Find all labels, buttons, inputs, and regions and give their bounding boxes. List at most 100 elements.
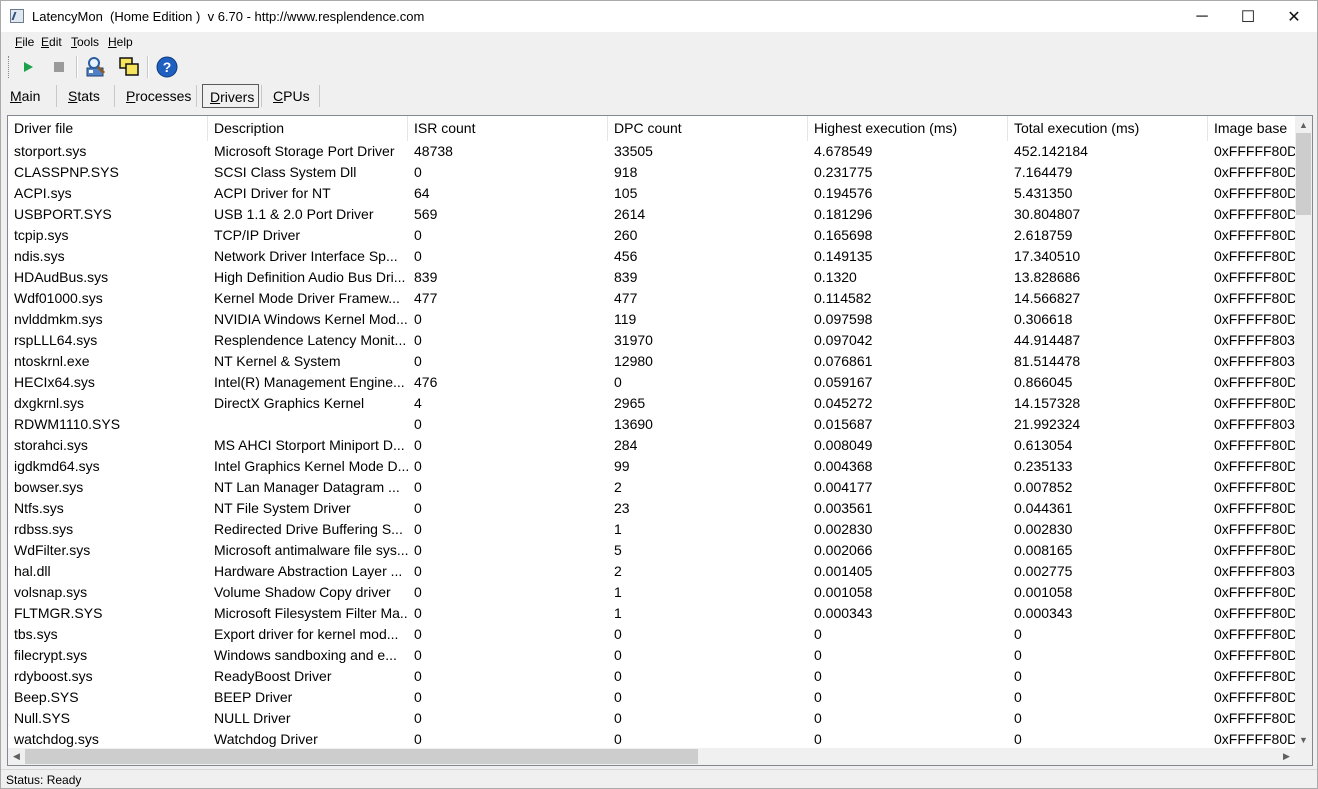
cell-image-base: 0xFFFFF803'F — [1214, 563, 1298, 579]
cell-image-base: 0xFFFFF80D' — [1214, 227, 1298, 243]
scroll-up-icon[interactable]: ▲ — [1295, 116, 1312, 133]
cell-dpc-count: 0 — [614, 689, 622, 705]
close-button[interactable]: ✕ — [1271, 1, 1317, 32]
start-button[interactable] — [16, 55, 40, 79]
cell-highest-execution: 0.097042 — [814, 332, 873, 348]
title-bar[interactable]: LatencyMon (Home Edition ) v 6.70 - http… — [1, 1, 1317, 32]
menu-tools[interactable]: Tools — [71, 35, 99, 49]
cell-description: Windows sandboxing and e... — [214, 647, 397, 663]
scroll-down-icon[interactable]: ▼ — [1295, 731, 1312, 748]
table-row[interactable]: dxgkrnl.sys DirectX Graphics Kernel 4 2965 0… — [8, 393, 1298, 414]
table-row[interactable]: ACPI.sys ACPI Driver for NT 64 105 0.194576 5… — [8, 183, 1298, 204]
cell-total-execution: 13.828686 — [1014, 269, 1081, 285]
cell-image-base: 0xFFFFF80D' — [1214, 626, 1298, 642]
toolbar: ? — [1, 52, 1317, 82]
horizontal-scrollbar[interactable]: ◀ ▶ — [8, 748, 1295, 765]
cell-isr-count: 0 — [414, 164, 422, 180]
maximize-button[interactable]: ☐ — [1225, 1, 1271, 32]
table-row[interactable]: tcpip.sys TCP/IP Driver 0 260 0.165698 2.6187… — [8, 225, 1298, 246]
cell-isr-count: 839 — [414, 269, 438, 285]
cell-image-base: 0xFFFFF80D' — [1214, 542, 1298, 558]
minimize-button[interactable]: ─ — [1179, 1, 1225, 32]
cell-driver-file: volsnap.sys — [14, 584, 88, 600]
table-row[interactable]: rdyboost.sys ReadyBoost Driver 0 0 0 0 0xFFFFF… — [8, 666, 1298, 687]
menu-file[interactable]: File — [15, 35, 34, 49]
column-header-highest-execution[interactable]: Highest execution (ms) — [808, 116, 1008, 141]
stop-button[interactable] — [47, 55, 71, 79]
table-row[interactable]: Ntfs.sys NT File System Driver 0 23 0.003561… — [8, 498, 1298, 519]
tab-cpus[interactable]: CPUs — [273, 84, 310, 108]
table-row[interactable]: WdFilter.sys Microsoft antimalware file s… — [8, 540, 1298, 561]
cell-isr-count: 569 — [414, 206, 438, 222]
table-row[interactable]: ndis.sys Network Driver Interface Sp... 0 4… — [8, 246, 1298, 267]
tab-main[interactable]: Main — [10, 84, 40, 108]
toolbar-grip[interactable] — [8, 56, 11, 78]
help-button[interactable]: ? — [155, 55, 179, 79]
table-row[interactable]: storahci.sys MS AHCI Storport Miniport D.… — [8, 435, 1298, 456]
cell-description: Microsoft antimalware file sys... — [214, 542, 408, 558]
scroll-right-icon[interactable]: ▶ — [1278, 748, 1295, 765]
table-row[interactable]: HECIx64.sys Intel(R) Management Engine...… — [8, 372, 1298, 393]
column-header-dpc-count[interactable]: DPC count — [608, 116, 808, 141]
cell-highest-execution: 0.231775 — [814, 164, 873, 180]
cell-highest-execution: 0.008049 — [814, 437, 873, 453]
vertical-scrollbar[interactable]: ▲ ▼ — [1295, 116, 1312, 748]
table-row[interactable]: HDAudBus.sys High Definition Audio Bus Dr… — [8, 267, 1298, 288]
windows-button[interactable] — [117, 55, 141, 79]
cell-description: Kernel Mode Driver Framew... — [214, 290, 400, 306]
column-header-description[interactable]: Description — [208, 116, 408, 141]
cell-image-base: 0xFFFFF80D' — [1214, 290, 1298, 306]
tab-stats[interactable]: Stats — [68, 84, 100, 108]
table-row[interactable]: rspLLL64.sys Resplendence Latency Monit..… — [8, 330, 1298, 351]
table-row[interactable]: Wdf01000.sys Kernel Mode Driver Framew...… — [8, 288, 1298, 309]
menu-help[interactable]: Help — [108, 35, 133, 49]
table-row[interactable]: bowser.sys NT Lan Manager Datagram ... 0 2 0… — [8, 477, 1298, 498]
cell-highest-execution: 0 — [814, 710, 822, 726]
table-row[interactable]: CLASSPNP.SYS SCSI Class System Dll 0 918 0.2… — [8, 162, 1298, 183]
cell-description: DirectX Graphics Kernel — [214, 395, 365, 411]
horizontal-scroll-thumb[interactable] — [25, 749, 698, 764]
table-row[interactable]: tbs.sys Export driver for kernel mod... 0 0… — [8, 624, 1298, 645]
table-row[interactable]: watchdog.sys Watchdog Driver 0 0 0 0 0xFFFFF80… — [8, 729, 1298, 750]
cell-driver-file: dxgkrnl.sys — [14, 395, 85, 411]
cell-isr-count: 0 — [414, 332, 422, 348]
tab-drivers[interactable]: Drivers — [202, 84, 259, 108]
table-row[interactable]: hal.dll Hardware Abstraction Layer ... 0 2 0… — [8, 561, 1298, 582]
tab-processes[interactable]: Processes — [126, 84, 191, 108]
table-row[interactable]: Beep.SYS BEEP Driver 0 0 0 0 0xFFFFF80D' — [8, 687, 1298, 708]
table-row[interactable]: rdbss.sys Redirected Drive Buffering S...… — [8, 519, 1298, 540]
cell-driver-file: Wdf01000.sys — [14, 290, 103, 306]
menu-edit[interactable]: Edit — [41, 35, 62, 49]
cell-driver-file: nvlddmkm.sys — [14, 311, 103, 327]
column-header-isr-count[interactable]: ISR count — [408, 116, 608, 141]
cell-image-base: 0xFFFFF80D' — [1214, 143, 1298, 159]
table-row[interactable]: volsnap.sys Volume Shadow Copy driver 0 1 0.… — [8, 582, 1298, 603]
table-row[interactable]: storport.sys Microsoft Storage Port Drive… — [8, 141, 1298, 162]
table-row[interactable]: RDWM1110.SYS 0 13690 0.015687 21.992324 0xFFF… — [8, 414, 1298, 435]
cell-isr-count: 0 — [414, 689, 422, 705]
latencymon-app-icon[interactable] — [10, 9, 24, 23]
column-header-total-execution[interactable]: Total execution (ms) — [1008, 116, 1208, 141]
vertical-scroll-thumb[interactable] — [1296, 133, 1311, 215]
window-title: LatencyMon (Home Edition ) v 6.70 - http… — [32, 9, 425, 24]
column-header-driver-file[interactable]: Driver file — [8, 116, 208, 141]
cell-highest-execution: 0.097598 — [814, 311, 873, 327]
analyze-drivers-button[interactable] — [84, 55, 108, 79]
cell-image-base: 0xFFFFF80D' — [1214, 395, 1298, 411]
cell-image-base: 0xFFFFF80D' — [1214, 584, 1298, 600]
column-header-image-base[interactable]: Image base — [1208, 116, 1298, 141]
cell-total-execution: 2.618759 — [1014, 227, 1073, 243]
scroll-left-icon[interactable]: ◀ — [8, 748, 25, 765]
cell-dpc-count: 0 — [614, 668, 622, 684]
table-row[interactable]: USBPORT.SYS USB 1.1 & 2.0 Port Driver 569 2… — [8, 204, 1298, 225]
cell-total-execution: 0.001058 — [1014, 584, 1073, 600]
tab-bar: Main Stats Processes Drivers CPUs — [1, 82, 1317, 110]
table-row[interactable]: ntoskrnl.exe NT Kernel & System 0 12980 0.07… — [8, 351, 1298, 372]
table-row[interactable]: igdkmd64.sys Intel Graphics Kernel Mode D… — [8, 456, 1298, 477]
table-row[interactable]: FLTMGR.SYS Microsoft Filesystem Filter Ma… — [8, 603, 1298, 624]
status-text: Status: Ready — [6, 773, 82, 787]
cell-description: Resplendence Latency Monit... — [214, 332, 407, 348]
table-row[interactable]: nvlddmkm.sys NVIDIA Windows Kernel Mod...… — [8, 309, 1298, 330]
table-row[interactable]: filecrypt.sys Windows sandboxing and e...… — [8, 645, 1298, 666]
table-row[interactable]: Null.SYS NULL Driver 0 0 0 0 0xFFFFF80D' — [8, 708, 1298, 729]
